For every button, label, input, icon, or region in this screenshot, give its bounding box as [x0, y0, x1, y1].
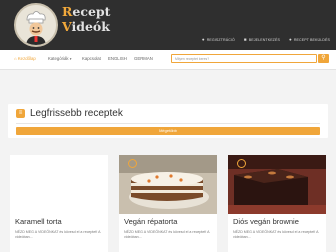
brand-initial-1: R: [62, 4, 73, 19]
nav-german-label: GERMAN: [134, 56, 153, 61]
main-nav: ⌂ Kezdőlap Kategóriák ▾ Kapcsolat ENGLIS…: [0, 50, 336, 70]
divider: [16, 123, 320, 124]
top-header: Recept Videók ● REGISZTRÁCIÓ ■ BEJELENTK…: [0, 0, 336, 50]
register-label: REGISZTRÁCIÓ: [206, 37, 235, 42]
user-icon: ●: [201, 37, 205, 42]
section-heading: ≡ Legfrissebb receptek: [16, 108, 123, 119]
submit-recipe-link[interactable]: ● RECEPT BEKÜLDÉS: [289, 37, 330, 42]
nav-home-label: Kezdőlap: [17, 56, 36, 61]
brand-name[interactable]: Recept Videók: [62, 4, 110, 34]
nav-german[interactable]: GERMAN: [134, 56, 153, 61]
recipe-excerpt: NÉZD MEG A VIDEÓNKAT és kövesd el a rece…: [233, 230, 319, 239]
brand-line-1-rest: ecept: [72, 4, 111, 19]
recipe-title[interactable]: Karamell torta: [15, 217, 62, 226]
account-links: ● REGISZTRÁCIÓ ■ BEJELENTKEZÉS ● RECEPT …: [202, 37, 330, 42]
lock-icon: ■: [243, 37, 247, 42]
play-icon: [128, 159, 137, 168]
recipe-card[interactable]: Vegán répatorta NÉZD MEG A VIDEÓNKAT és …: [119, 155, 217, 252]
nav-home[interactable]: ⌂ Kezdőlap: [14, 56, 36, 61]
recipe-excerpt: NÉZD MEG A VIDEÓNKAT és kövesd el a rece…: [15, 230, 101, 239]
recipe-excerpt: NÉZD MEG A VIDEÓNKAT és kövesd el a rece…: [124, 230, 210, 239]
home-icon: ⌂: [14, 56, 17, 61]
brand-line-2-rest: ideók: [71, 19, 110, 34]
login-link[interactable]: ■ BEJELENTKEZÉS: [244, 37, 280, 42]
user-icon: ●: [288, 37, 292, 42]
recipe-card[interactable]: Karamell torta NÉZD MEG A VIDEÓNKAT és k…: [10, 155, 108, 252]
login-label: BEJELENTKEZÉS: [248, 37, 280, 42]
section-title: Legfrissebb receptek: [30, 108, 123, 119]
more-button[interactable]: Mégetöbb: [16, 127, 320, 135]
chevron-down-icon: ▾: [69, 57, 72, 61]
recipe-title[interactable]: Vegán répatorta: [124, 217, 177, 226]
recipe-title[interactable]: Diós vegán brownie: [233, 217, 299, 226]
chef-logo-icon[interactable]: [14, 3, 58, 47]
search-icon: ⚲: [321, 55, 326, 61]
latest-recipes-panel: ≡ Legfrissebb receptek Mégetöbb: [8, 104, 328, 138]
nav-contact-label: Kapcsolat: [82, 56, 101, 61]
nav-categories-label: Kategóriák: [48, 56, 69, 61]
recipe-image[interactable]: [10, 155, 108, 214]
search-input[interactable]: Milyen receptet keres?: [171, 54, 317, 63]
nav-english-label: ENGLISH: [108, 56, 127, 61]
recipe-card[interactable]: Diós vegán brownie NÉZD MEG A VIDEÓNKAT …: [228, 155, 326, 252]
search-button[interactable]: ⚲: [318, 54, 329, 63]
register-link[interactable]: ● REGISZTRÁCIÓ: [202, 37, 235, 42]
nav-categories[interactable]: Kategóriák ▾: [48, 56, 72, 61]
play-icon: [237, 159, 246, 168]
list-icon: ≡: [16, 109, 25, 118]
submit-recipe-label: RECEPT BEKÜLDÉS: [293, 37, 330, 42]
nav-contact[interactable]: Kapcsolat: [82, 56, 101, 61]
nav-english[interactable]: ENGLISH: [108, 56, 127, 61]
